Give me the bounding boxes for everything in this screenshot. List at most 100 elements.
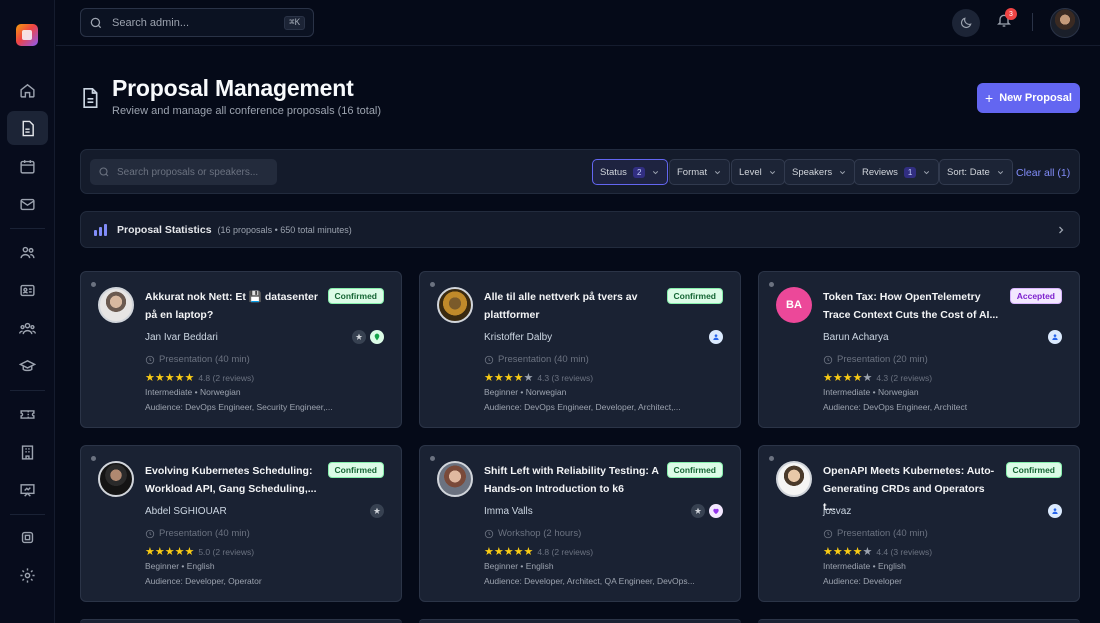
admin-search-input[interactable]: Search admin... ⌘K (80, 8, 314, 37)
proposal-statistics-toggle[interactable]: Proposal Statistics (16 proposals • 650 … (80, 211, 1080, 248)
rating-text: 4.3 (3 reviews) (537, 372, 594, 383)
new-proposal-button[interactable]: + New Proposal (977, 83, 1080, 113)
sidebar-item-settings[interactable] (7, 558, 48, 592)
proposal-rating: ★★★★★ 4.4 (3 reviews) (823, 545, 932, 558)
chevron-down-icon (715, 170, 721, 174)
level-filter-dropdown[interactable]: Level (731, 159, 785, 185)
speakers-filter-dropdown[interactable]: Speakers (784, 159, 856, 185)
admin-search-placeholder: Search admin... (112, 16, 190, 29)
proposal-title: Akkurat nok Nett: Et 💾 datasenter på en … (145, 291, 318, 321)
audience: Audience: DevOps Engineer, Developer, Ar… (484, 402, 681, 412)
proposal-card[interactable]: OpenAPI Meets Kubernetes: Auto-Generatin… (758, 445, 1080, 602)
proposal-card[interactable] (80, 619, 402, 623)
user-icon (1048, 330, 1062, 344)
page-title: Proposal Management (112, 75, 354, 101)
reviews-filter-dropdown[interactable]: Reviews 1 (854, 159, 940, 185)
status-badge: Confirmed (666, 462, 723, 478)
speaker-flags (352, 330, 384, 344)
rating-text: 4.8 (2 reviews) (537, 546, 594, 557)
format-text: Presentation (40 min) (159, 354, 250, 365)
sidebar-item-speakers[interactable] (7, 235, 48, 269)
proposal-card[interactable] (419, 619, 741, 623)
rating-stars: ★★★★★ (145, 372, 195, 384)
sidebar-item-teams[interactable] (7, 311, 48, 345)
proposal-card[interactable]: Evolving Kubernetes Scheduling: Workload… (80, 445, 402, 602)
rating-text: 4.3 (2 reviews) (876, 372, 933, 383)
sidebar-item-email[interactable] (7, 187, 48, 221)
proposal-card[interactable]: Alle til alle nettverk på tvers av platt… (419, 271, 741, 428)
status-dot (769, 282, 774, 287)
speaker-avatar (98, 287, 134, 323)
speaker-flags (1048, 330, 1062, 344)
group-icon (19, 322, 36, 334)
clock-icon (484, 529, 494, 538)
reviews-filter-count: 1 (903, 166, 917, 178)
sidebar-item-workshops[interactable] (7, 349, 48, 383)
user-icon (709, 330, 723, 344)
format-text: Presentation (40 min) (837, 528, 928, 539)
level-language: Beginner • Norwegian (484, 387, 567, 397)
proposal-card[interactable]: BA Token Tax: How OpenTelemetry Trace Co… (758, 271, 1080, 428)
clock-icon (484, 355, 494, 364)
sidebar-item-sponsors[interactable] (7, 435, 48, 469)
theme-toggle-button[interactable] (952, 9, 980, 37)
moon-icon (961, 17, 972, 28)
speaker-flags (370, 504, 384, 518)
rating-text: 4.8 (2 reviews) (198, 372, 255, 383)
sidebar (0, 0, 55, 623)
sidebar-item-tickets[interactable] (7, 397, 48, 431)
sidebar-item-presentations[interactable] (7, 473, 48, 507)
format-filter-dropdown[interactable]: Format (669, 159, 731, 185)
format-filter-label: Format (677, 166, 708, 178)
clear-all-filters-link[interactable]: Clear all (1) (1016, 167, 1070, 179)
proposal-card[interactable]: Akkurat nok Nett: Et 💾 datasenter på en … (80, 271, 402, 428)
location-pin-icon (370, 330, 384, 344)
proposal-card[interactable]: Shift Left with Reliability Testing: A H… (419, 445, 741, 602)
level-language: Beginner • English (145, 561, 215, 571)
format-text: Presentation (40 min) (498, 354, 589, 365)
speaker-avatar (776, 461, 812, 497)
speaker-name: Imma Valls (484, 506, 533, 517)
status-dot (91, 282, 96, 287)
clock-icon (145, 355, 155, 364)
audience: Audience: DevOps Engineer, Security Engi… (145, 402, 333, 412)
filter-bar: Status 2 Format Level Speakers Reviews 1… (80, 149, 1080, 194)
sidebar-item-proposals[interactable] (7, 111, 48, 145)
proposal-title: Evolving Kubernetes Scheduling: Workload… (145, 465, 317, 495)
sidebar-item-system[interactable] (7, 520, 48, 554)
topbar: Search admin... ⌘K 3 (56, 0, 1100, 46)
mail-icon (20, 198, 35, 210)
rating-text: 5.0 (2 reviews) (198, 546, 255, 557)
app-logo[interactable] (16, 24, 38, 46)
status-filter-dropdown[interactable]: Status 2 (592, 159, 669, 185)
speaker-flags (1048, 504, 1062, 518)
level-language: Intermediate • Norwegian (823, 387, 919, 397)
proposal-search-input[interactable] (117, 166, 267, 178)
topbar-divider (1032, 13, 1033, 31)
sidebar-item-home[interactable] (7, 73, 48, 107)
chevron-down-icon (653, 170, 659, 174)
rating-stars: ★★★★★ (484, 372, 534, 384)
calendar-icon (20, 159, 35, 174)
notifications-button[interactable]: 3 (996, 8, 1017, 32)
status-dot (430, 282, 435, 287)
proposal-card[interactable] (758, 619, 1080, 623)
proposal-search-box[interactable] (90, 159, 277, 185)
star-icon (691, 504, 705, 518)
sidebar-item-contacts[interactable] (7, 273, 48, 307)
chevron-right-icon (1059, 226, 1064, 234)
format-text: Presentation (40 min) (159, 528, 250, 539)
clock-icon (823, 529, 833, 538)
user-avatar[interactable] (1050, 8, 1080, 38)
document-icon (22, 120, 34, 136)
rating-stars: ★★★★★ (823, 546, 873, 558)
status-badge: Confirmed (327, 462, 384, 478)
stats-subtitle: (16 proposals • 650 total minutes) (217, 224, 352, 235)
status-dot (769, 456, 774, 461)
audience: Audience: DevOps Engineer, Architect (823, 402, 968, 412)
sort-dropdown[interactable]: Sort: Date (939, 159, 1013, 185)
sidebar-item-schedule[interactable] (7, 149, 48, 183)
proposal-format: Workshop (2 hours) (484, 528, 581, 539)
proposal-format: Presentation (40 min) (484, 354, 589, 365)
sort-label: Sort: Date (947, 166, 990, 178)
